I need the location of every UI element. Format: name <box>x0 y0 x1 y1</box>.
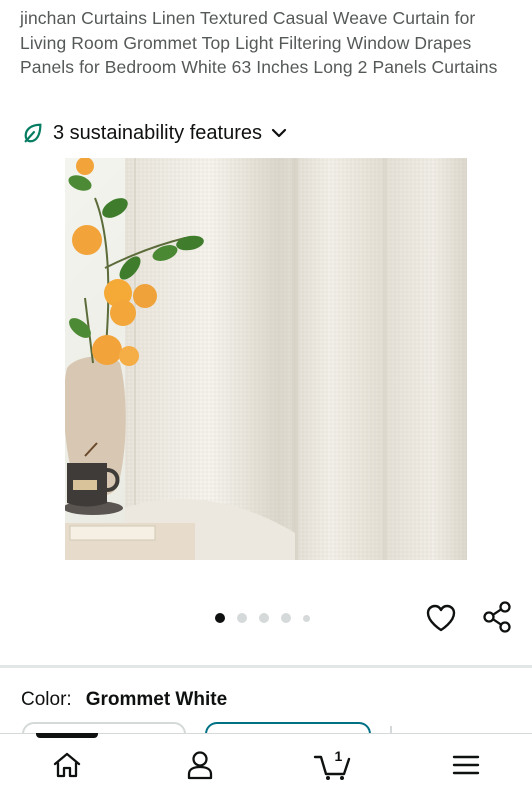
cart-icon <box>313 749 353 786</box>
carousel-dot[interactable] <box>215 613 225 623</box>
bottom-navigation-bar: 1 <box>0 733 532 801</box>
carousel-dot[interactable] <box>303 614 310 622</box>
leaf-icon <box>22 122 44 144</box>
color-value: Grommet White <box>85 689 228 710</box>
color-label: Color: <box>21 689 72 710</box>
share-icon <box>482 600 512 638</box>
heart-icon <box>426 604 456 637</box>
nav-home[interactable] <box>0 734 133 801</box>
nav-cart[interactable]: 1 <box>266 734 399 801</box>
favorite-button[interactable] <box>423 602 459 638</box>
image-carousel-dots[interactable] <box>215 613 310 623</box>
chevron-down-icon <box>271 127 287 139</box>
section-divider <box>0 665 532 668</box>
active-nav-indicator <box>36 733 98 738</box>
carousel-dot[interactable] <box>281 613 291 623</box>
carousel-dot[interactable] <box>259 613 269 623</box>
sustainability-label: 3 sustainability features <box>53 121 263 144</box>
sustainability-features-toggle[interactable]: 3 sustainability features <box>22 120 287 146</box>
person-icon <box>186 750 214 785</box>
product-image[interactable] <box>65 158 467 560</box>
share-button[interactable] <box>479 600 515 638</box>
hamburger-menu-icon <box>452 754 480 781</box>
color-selection-row: Color: Grommet White <box>21 689 227 711</box>
carousel-dot[interactable] <box>237 613 247 623</box>
product-title: jinchan Curtains Linen Textured Casual W… <box>20 8 498 78</box>
cart-count-badge: 1 <box>334 748 343 764</box>
home-icon <box>52 751 82 784</box>
nav-menu[interactable] <box>399 734 532 801</box>
nav-account[interactable] <box>133 734 266 801</box>
